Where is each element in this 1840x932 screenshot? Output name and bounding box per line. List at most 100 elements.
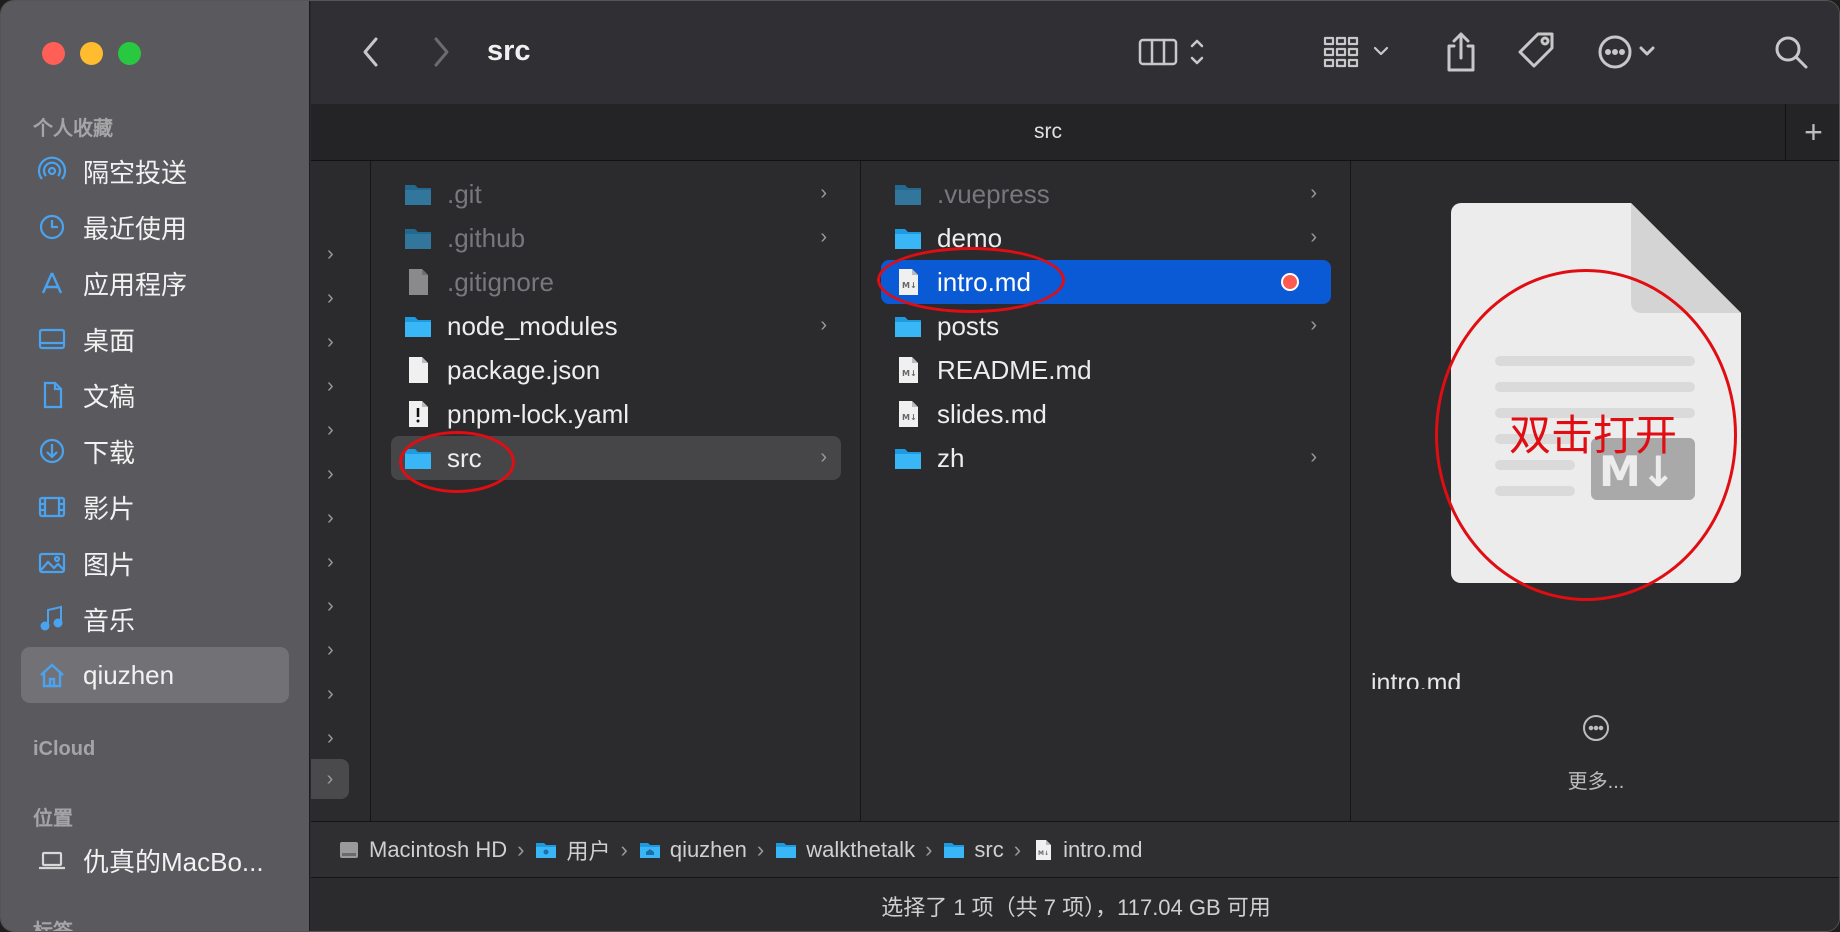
file-name: .gitignore (447, 266, 554, 297)
list-item[interactable]: .github › (391, 216, 841, 260)
zoom-window-button[interactable] (118, 42, 141, 65)
window-controls (42, 42, 141, 65)
breadcrumb-walkthetalk[interactable]: walkthetalk (774, 837, 915, 863)
list-item[interactable]: zh › (881, 436, 1331, 480)
list-item[interactable]: demo › (881, 216, 1331, 260)
list-item[interactable]: pnpm-lock.yaml (391, 392, 841, 436)
new-tab-button[interactable]: + (1785, 104, 1839, 161)
breadcrumb-intro-md[interactable]: M↓ intro.md (1031, 837, 1143, 863)
column-src: .vuepress › demo › M↓ intro.md posts › M… (861, 161, 1351, 821)
window-title: src (487, 35, 531, 67)
sidebar-item-macbook[interactable]: 仇真的MacBo... (21, 832, 289, 888)
list-item-intro-md[interactable]: M↓ intro.md (881, 260, 1331, 304)
breadcrumb-separator-icon: › (620, 836, 628, 862)
tags-header: 标签 (33, 921, 73, 932)
laptop-icon (37, 845, 67, 875)
breadcrumb-qiuzhen[interactable]: qiuzhen (638, 837, 747, 863)
close-window-button[interactable] (42, 42, 65, 65)
download-icon (37, 436, 67, 466)
sidebar-item-music[interactable]: 音乐 (21, 591, 289, 647)
sidebar-item-home[interactable]: qiuzhen (21, 647, 289, 703)
forward-button[interactable] (421, 27, 461, 77)
folder-icon (403, 223, 433, 253)
sidebar-item-recents[interactable]: 最近使用 (21, 199, 289, 255)
breadcrumb-separator-icon: › (756, 836, 765, 862)
group-button[interactable] (1321, 27, 1401, 77)
preview-pane: M↓ intro.md 更多... (1351, 161, 1839, 821)
list-item[interactable]: posts › (881, 304, 1331, 348)
list-item[interactable]: M↓ slides.md (881, 392, 1331, 436)
tag-icon (1518, 32, 1554, 68)
sidebar: 个人收藏 隔空投送 最近使用 应用程序 桌面 文稿 下载 影片 图片 音乐 qi… (1, 1, 310, 932)
more-button[interactable] (1581, 713, 1611, 743)
breadcrumb-src[interactable]: src (942, 837, 1004, 863)
markdown-file-icon: M↓ (1031, 838, 1055, 862)
sidebar-item-movies[interactable]: 影片 (21, 479, 289, 535)
status-bar: 选择了 1 项（共 7 项），117.04 GB 可用 (311, 877, 1839, 931)
list-item[interactable]: node_modules › (391, 304, 841, 348)
sidebar-item-label: 隔空投送 (83, 157, 188, 188)
sidebar-item-applications[interactable]: 应用程序 (21, 255, 289, 311)
markdown-file-icon: M↓ (893, 355, 923, 385)
annotation-double-click-text: 双击打开 (1509, 411, 1678, 460)
sidebar-item-label: qiuzhen (83, 659, 175, 690)
folder-icon (942, 838, 966, 862)
chevron-right-icon: › (327, 683, 334, 705)
more-label[interactable]: 更多... (1351, 765, 1839, 794)
disk-icon (337, 838, 361, 862)
list-item[interactable]: .vuepress › (881, 172, 1331, 216)
file-name: package.json (447, 354, 601, 385)
share-button[interactable] (1436, 27, 1486, 77)
sidebar-item-airdrop[interactable]: 隔空投送 (21, 143, 289, 199)
file-name: posts (937, 310, 1000, 341)
tags-button[interactable] (1511, 27, 1561, 77)
folder-icon (893, 223, 923, 253)
folder-icon (534, 838, 558, 862)
search-button[interactable] (1766, 27, 1816, 77)
file-name: slides.md (937, 398, 1047, 429)
more-actions-button[interactable] (1591, 27, 1671, 77)
chevron-right-icon: › (327, 375, 334, 397)
folder-icon (893, 311, 923, 341)
sidebar-item-label: 文稿 (83, 381, 136, 412)
back-button[interactable] (351, 27, 391, 77)
sidebar-item-label: 最近使用 (83, 213, 188, 244)
markdown-document-preview[interactable]: M↓ (1451, 203, 1741, 583)
sidebar-item-label: 影片 (83, 493, 136, 524)
list-item[interactable]: .gitignore (391, 260, 841, 304)
folder-icon (893, 443, 923, 473)
sidebar-item-documents[interactable]: 文稿 (21, 367, 289, 423)
list-item[interactable]: .git › (391, 172, 841, 216)
view-mode-button[interactable] (1136, 27, 1216, 77)
minimize-window-button[interactable] (80, 42, 103, 65)
tab-src[interactable]: src (311, 120, 1785, 144)
status-text: 选择了 1 项（共 7 项），117.04 GB 可用 (881, 894, 1271, 920)
sidebar-item-desktop[interactable]: 桌面 (21, 311, 289, 367)
search-icon (1775, 36, 1808, 69)
sidebar-item-label: 仇真的MacBo... (83, 846, 264, 877)
selected-parent-row[interactable]: › (311, 759, 349, 799)
sidebar-item-label: 应用程序 (83, 269, 188, 300)
svg-text:M↓: M↓ (902, 369, 917, 378)
apps-icon (37, 268, 67, 298)
sidebar-item-downloads[interactable]: 下载 (21, 423, 289, 479)
file-name: .github (447, 222, 526, 253)
breadcrumb-users[interactable]: 用户 (534, 834, 611, 866)
file-name: pnpm-lock.yaml (447, 398, 630, 429)
icloud-header: iCloud (33, 738, 96, 760)
folder-icon (893, 179, 923, 209)
document-icon (37, 380, 67, 410)
column-browser: › › › › › › › › › › › › › .git › .github (311, 161, 1839, 821)
sidebar-item-pictures[interactable]: 图片 (21, 535, 289, 591)
red-tag-dot (1281, 273, 1299, 291)
list-item[interactable]: M↓ README.md (881, 348, 1331, 392)
list-item[interactable]: package.json (391, 348, 841, 392)
chevron-right-icon: › (327, 639, 334, 661)
column-view-icon (1138, 38, 1204, 66)
breadcrumb-macintosh-hd[interactable]: Macintosh HD (337, 837, 507, 863)
ellipsis-circle-icon (1598, 35, 1655, 69)
parent-column: › › › › › › › › › › › › › (311, 161, 371, 821)
list-item-src[interactable]: src › (391, 436, 841, 480)
file-icon (403, 267, 433, 297)
file-name: node_modules (447, 310, 618, 341)
